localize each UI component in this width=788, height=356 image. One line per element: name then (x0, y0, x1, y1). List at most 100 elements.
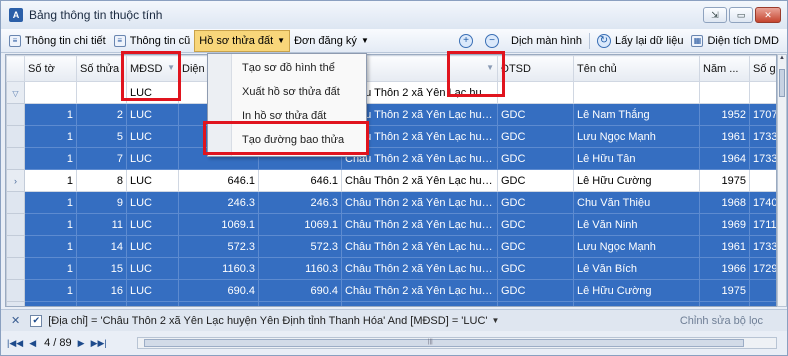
cell-nam[interactable]: 1967 (699, 301, 750, 306)
cell-mdsd[interactable]: LUC (126, 279, 179, 302)
cell-so-to[interactable]: 1 (24, 103, 77, 126)
filter-cell[interactable] (699, 81, 750, 104)
cell-dtsd[interactable]: GDC (497, 257, 574, 280)
cell-dia-chi[interactable]: Châu Thôn 2 xã Yên Lạc huy... (341, 213, 498, 236)
cell-dien-tich-2[interactable]: 246.3 (258, 191, 342, 214)
clear-filter-icon[interactable]: ✕ (11, 314, 20, 327)
cell-mdsd[interactable]: LUC (126, 103, 179, 126)
row-indicator[interactable] (6, 103, 25, 126)
table-row[interactable]: 123LUC960.6960.6Châu Thôn 2 xã Yên Lạc h… (6, 301, 776, 306)
cell-mdsd[interactable]: LUC (126, 147, 179, 170)
cell-ten-chu[interactable]: Lê Hữu Cường (573, 279, 700, 302)
cell-so-thua[interactable]: 9 (76, 191, 127, 214)
row-indicator[interactable] (6, 279, 25, 302)
cell-ten-chu[interactable]: Lê Hữu Tiên (573, 301, 700, 306)
cell-mdsd[interactable]: LUC (126, 257, 179, 280)
cell-dtsd[interactable]: GDC (497, 235, 574, 258)
scrollbar-thumb[interactable] (144, 339, 744, 347)
cell-mdsd[interactable]: LUC (126, 191, 179, 214)
cell-so-gi[interactable]: 17118 (749, 213, 776, 236)
cell-so-thua[interactable]: 23 (76, 301, 127, 306)
cell-dien-tich-2[interactable]: 690.4 (258, 279, 342, 302)
cell-dtsd[interactable]: GDC (497, 125, 574, 148)
cell-dtsd[interactable]: GDC (497, 301, 574, 306)
cell-dia-chi[interactable]: Châu Thôn 2 xã Yên Lạc huy... (341, 301, 498, 306)
vertical-scrollbar[interactable]: ▲ (777, 54, 787, 307)
filter-cell[interactable] (573, 81, 700, 104)
maximize-button[interactable]: ▭ (729, 7, 753, 23)
cell-dtsd[interactable]: GDC (497, 279, 574, 302)
cell-dien-tich[interactable]: 572.3 (178, 235, 259, 258)
detail-info-button[interactable]: ≡ Thông tin chi tiết (5, 30, 110, 52)
cell-dia-chi[interactable]: Châu Thôn 2 xã Yên Lạc huy... (341, 235, 498, 258)
cell-dia-chi[interactable]: Châu Thôn 2 xã Yên Lạc huy... (341, 191, 498, 214)
horizontal-scrollbar[interactable]: ||| (137, 337, 777, 349)
cell-so-gi[interactable]: 17339 (749, 125, 776, 148)
cell-so-thua[interactable]: 11 (76, 213, 127, 236)
cell-mdsd[interactable]: LUC (126, 235, 179, 258)
column-header-dtsd[interactable]: ĐTSD (497, 55, 574, 82)
cell-so-to[interactable]: 1 (24, 301, 77, 306)
filter-cell[interactable] (749, 81, 776, 104)
cell-nam[interactable]: 1952 (699, 103, 750, 126)
table-row[interactable]: 1 9 LUC 246.3 246.3 Châu Thôn 2 xã Yên Lạc hu… (6, 191, 776, 214)
cell-dtsd[interactable]: GDC (497, 169, 574, 192)
cell-ten-chu[interactable]: Lưu Ngọc Mạnh (573, 235, 700, 258)
filter-enabled-checkbox[interactable]: ✔ (30, 314, 43, 327)
row-indicator[interactable] (6, 125, 25, 148)
cell-so-gi[interactable]: 17339 (749, 235, 776, 258)
last-record-icon[interactable]: ▶▶| (91, 338, 107, 349)
cell-so-gi[interactable]: 17290 (749, 257, 776, 280)
cell-so-gi[interactable]: 17124 (749, 301, 776, 306)
filter-expression[interactable]: [Địa chỉ] = 'Châu Thôn 2 xã Yên Lạc huyệ… (48, 315, 487, 327)
table-row[interactable]: 1 2 LUC Châu Thôn 2 xã Yên Lạc huy... GDC Lê … (6, 103, 776, 126)
cell-dien-tich-2[interactable]: 960.6 (258, 301, 342, 306)
table-row[interactable]: 1 11 LUC 1069.1 1069.1 Châu Thôn 2 xã Yên Lạc… (6, 213, 776, 236)
menu-item-export-file[interactable]: Xuất hồ sơ thửa đất (242, 86, 340, 98)
cell-so-to[interactable]: 1 (24, 169, 77, 192)
cell-so-to[interactable]: 1 (24, 235, 77, 258)
row-indicator[interactable] (6, 213, 25, 236)
cell-so-to[interactable]: 1 (24, 191, 77, 214)
row-indicator[interactable] (6, 147, 25, 170)
cell-mdsd[interactable]: LUC (126, 301, 179, 306)
cell-dia-chi[interactable]: Châu Thôn 2 xã Yên Lạc huy... (341, 279, 498, 302)
cell-so-thua[interactable]: 5 (76, 125, 127, 148)
cell-nam[interactable]: 1968 (699, 191, 750, 214)
cell-nam[interactable]: 1964 (699, 147, 750, 170)
cell-dien-tich-2[interactable]: 1069.1 (258, 213, 342, 236)
cell-nam[interactable]: 1961 (699, 125, 750, 148)
cell-so-gi[interactable] (749, 279, 776, 302)
pan-button[interactable]: Dịch màn hình (507, 30, 586, 52)
restore-button[interactable]: ⇲ (703, 7, 727, 23)
cell-ten-chu[interactable]: Lê Nam Thắng (573, 103, 700, 126)
cell-nam[interactable]: 1961 (699, 235, 750, 258)
filter-cell[interactable] (24, 81, 77, 104)
row-indicator[interactable] (6, 235, 25, 258)
cell-so-gi[interactable]: 17408 (749, 191, 776, 214)
filter-cell[interactable] (497, 81, 574, 104)
cell-so-to[interactable]: 1 (24, 213, 77, 236)
cell-so-gi[interactable] (749, 169, 776, 192)
table-row[interactable]: 1 7 LUC Châu Thôn 2 xã Yên Lạc huy... GDC Lê … (6, 147, 776, 170)
cell-dtsd[interactable]: GDC (497, 213, 574, 236)
table-row[interactable]: 1 14 LUC 572.3 572.3 Châu Thôn 2 xã Yên Lạc h… (6, 235, 776, 258)
scroll-up-icon[interactable]: ▲ (778, 55, 786, 65)
cell-mdsd[interactable]: LUC (126, 125, 179, 148)
cell-ten-chu[interactable]: Chu Văn Thiệu (573, 191, 700, 214)
scrollbar-thumb[interactable] (779, 69, 785, 97)
cell-dtsd[interactable]: GDC (497, 103, 574, 126)
cell-ten-chu[interactable]: Lê Hữu Tân (573, 147, 700, 170)
next-record-icon[interactable]: ▶ (78, 338, 85, 349)
zoom-out-button[interactable]: − (481, 30, 507, 52)
cell-so-to[interactable]: 1 (24, 125, 77, 148)
cell-so-gi[interactable]: 17337 (749, 147, 776, 170)
first-record-icon[interactable]: |◀◀ (7, 338, 23, 349)
cell-dien-tich[interactable]: 246.3 (178, 191, 259, 214)
cell-so-thua[interactable]: 2 (76, 103, 127, 126)
cell-nam[interactable]: 1975 (699, 279, 750, 302)
table-row[interactable]: 1 16 LUC 690.4 690.4 Châu Thôn 2 xã Yên Lạc h… (6, 279, 776, 302)
cell-so-thua[interactable]: 8 (76, 169, 127, 192)
cell-so-to[interactable]: 1 (24, 147, 77, 170)
close-button[interactable]: ✕ (755, 7, 781, 23)
